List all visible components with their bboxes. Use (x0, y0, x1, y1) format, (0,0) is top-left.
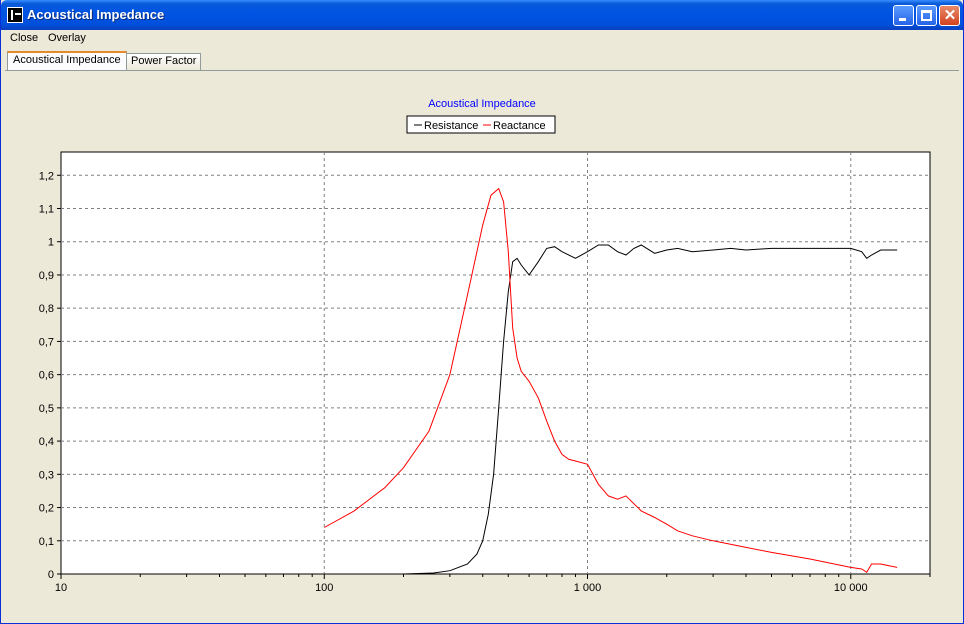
maximize-icon (921, 10, 932, 21)
y-tick-label: 0,1 (39, 536, 54, 548)
minimize-button[interactable] (893, 5, 914, 26)
chart-legend: Resistance Reactance (406, 115, 556, 134)
x-tick-label: 10 000 (834, 582, 868, 594)
legend-label-reactance: Reactance (493, 120, 546, 132)
close-window-button[interactable]: ✕ (939, 5, 960, 26)
y-tick-label: 1,1 (39, 203, 54, 215)
y-tick-label: 0 (48, 569, 54, 581)
legend-label-resistance: Resistance (424, 120, 478, 132)
app-window: Acoustical Impedance ✕ Close Overlay Aco… (0, 0, 964, 624)
chart-title: Acoustical Impedance (428, 98, 536, 110)
plot-area (60, 151, 931, 575)
x-tick-label: 100 (315, 582, 333, 594)
tab-power-factor[interactable]: Power Factor (126, 53, 202, 70)
tab-strip: Acoustical Impedance Power Factor (2, 48, 963, 71)
y-tick-label: 0,3 (39, 469, 54, 481)
app-icon (7, 7, 23, 23)
title-bar[interactable]: Acoustical Impedance ✕ (1, 0, 963, 30)
y-tick-label: 1,2 (39, 170, 54, 182)
x-tick-label: 1 000 (574, 582, 602, 594)
menu-bar: Close Overlay (2, 30, 963, 48)
menu-overlay[interactable]: Overlay (48, 32, 86, 44)
window-title: Acoustical Impedance (27, 7, 165, 22)
x-axis: 10 100 1 000 10 000 (55, 574, 931, 594)
tab-acoustical-impedance[interactable]: Acoustical Impedance (7, 51, 127, 70)
y-axis: 0 0,1 0,2 0,3 0,4 0,5 0,6 0,7 0,8 0,9 1 1,1 1,2 (39, 170, 61, 581)
maximize-button[interactable] (916, 5, 937, 26)
y-tick-label: 0,8 (39, 303, 54, 315)
y-tick-label: 1 (48, 237, 54, 249)
y-tick-label: 0,2 (39, 503, 54, 515)
y-tick-label: 0,9 (39, 270, 54, 282)
chart-panel: Acoustical Impedance Resistance Reactanc… (5, 71, 960, 618)
y-tick-label: 0,4 (39, 436, 54, 448)
close-icon: ✕ (943, 7, 957, 24)
y-tick-label: 0,6 (39, 370, 54, 382)
impedance-chart: Acoustical Impedance Resistance Reactanc… (39, 98, 931, 594)
minimize-icon (899, 18, 906, 21)
x-tick-label: 10 (55, 582, 67, 594)
y-tick-label: 0,5 (39, 403, 54, 415)
menu-close[interactable]: Close (10, 32, 38, 44)
y-tick-label: 0,7 (39, 336, 54, 348)
